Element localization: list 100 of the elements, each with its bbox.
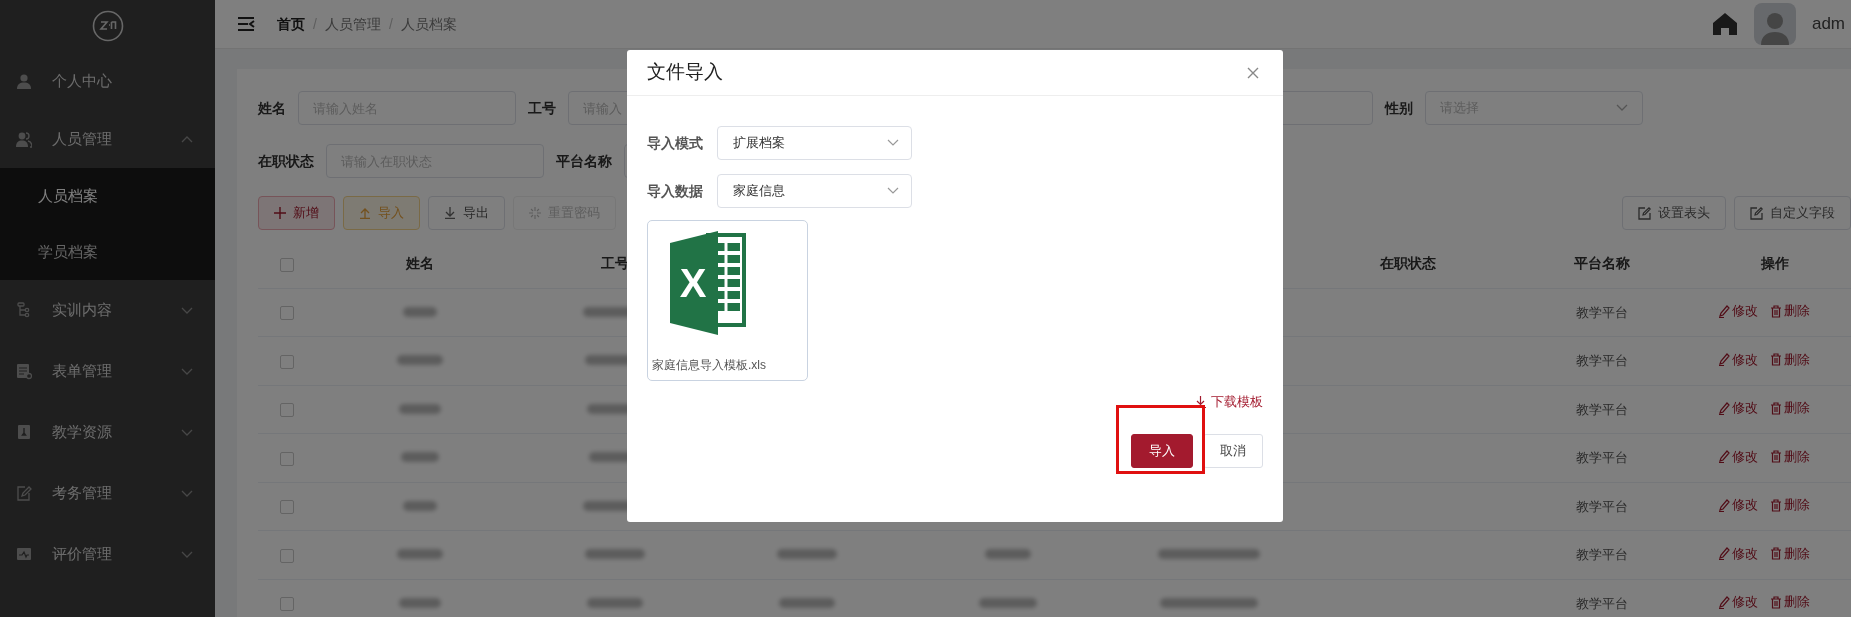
delete-link[interactable]: 删除 xyxy=(1770,495,1810,515)
import-button[interactable]: 导入 xyxy=(1131,433,1193,468)
pencil-icon xyxy=(1718,401,1730,415)
edit-link[interactable]: 修改 xyxy=(1718,446,1758,467)
toolbar-button[interactable]: 新增 xyxy=(258,196,335,230)
checkbox[interactable] xyxy=(280,354,294,369)
edit-link[interactable]: 修改 xyxy=(1718,301,1758,321)
filter-label: 姓名 xyxy=(258,98,286,118)
dialog-title: 文件导入 xyxy=(647,60,723,85)
edit-link[interactable]: 修改 xyxy=(1718,495,1758,515)
trash-icon xyxy=(1770,304,1782,318)
home-icon[interactable] xyxy=(1711,12,1738,36)
person-icon xyxy=(16,72,32,90)
sidebar-item[interactable]: 考务管理 xyxy=(0,463,215,524)
table-cell: 教学平台 xyxy=(1576,547,1628,562)
toolbar-button[interactable]: 导出 xyxy=(428,196,505,230)
column-header: 在职状态 xyxy=(1380,255,1436,272)
chevron-down-icon xyxy=(1616,104,1628,112)
book-icon xyxy=(16,424,32,441)
breadcrumb-item[interactable]: 人员档案 xyxy=(400,13,457,35)
breadcrumb-item[interactable]: 人员管理 xyxy=(324,13,381,35)
delete-link[interactable]: 删除 xyxy=(1770,301,1810,321)
sidebar-item[interactable]: 个人中心 xyxy=(0,52,215,110)
menu-icon[interactable] xyxy=(237,16,255,32)
trash-icon xyxy=(1770,498,1782,512)
edit-link[interactable]: 修改 xyxy=(1718,592,1758,612)
sidebar-subitem[interactable]: 学员档案 xyxy=(0,224,215,280)
download-icon xyxy=(1195,395,1206,408)
hierarchy-icon xyxy=(16,302,32,319)
field-label: 导入模式 xyxy=(647,133,703,153)
toolbar-button[interactable]: 自定义字段 xyxy=(1734,196,1851,230)
pencil-icon xyxy=(1718,595,1730,609)
checkbox[interactable] xyxy=(280,257,294,272)
sidebar-item[interactable]: 实训内容 xyxy=(0,280,215,341)
column-header: 操作 xyxy=(1760,255,1789,272)
delete-link[interactable]: 删除 xyxy=(1770,543,1810,564)
pencil-icon xyxy=(1718,304,1730,318)
file-name: 家庭信息导入模板.xls xyxy=(652,357,766,374)
pencil-icon xyxy=(1718,547,1730,561)
download-template-link[interactable]: 下载模板 xyxy=(1195,392,1263,412)
redacted-text xyxy=(776,549,837,559)
checkbox[interactable] xyxy=(280,451,294,466)
redacted-text xyxy=(585,549,645,559)
trash-icon xyxy=(1770,353,1782,367)
sidebar-item[interactable]: 教学资源 xyxy=(0,402,215,463)
download-icon xyxy=(444,207,456,219)
trash-icon xyxy=(1770,547,1782,561)
trash-icon xyxy=(1770,450,1782,464)
avatar[interactable] xyxy=(1753,3,1796,45)
redacted-text xyxy=(778,597,835,608)
redacted-text xyxy=(587,597,643,608)
edit-link[interactable]: 修改 xyxy=(1718,349,1758,370)
table-cell: 教学平台 xyxy=(1576,401,1628,417)
checkbox[interactable] xyxy=(280,548,294,563)
sidebar-subitem[interactable]: 人员档案 xyxy=(0,168,215,224)
checkbox[interactable] xyxy=(280,306,294,321)
delete-link[interactable]: 删除 xyxy=(1770,446,1810,467)
toolbar-button[interactable]: 设置表头 xyxy=(1622,196,1726,230)
cancel-button[interactable]: 取消 xyxy=(1203,433,1263,468)
user-name[interactable]: adm xyxy=(1811,11,1845,37)
edit-link[interactable]: 修改 xyxy=(1718,543,1758,564)
pencil-icon xyxy=(1718,353,1730,367)
sparkle-icon xyxy=(529,207,541,219)
delete-link[interactable]: 删除 xyxy=(1770,592,1810,612)
edit-icon xyxy=(1750,206,1763,220)
checkbox[interactable] xyxy=(280,597,294,612)
redacted-text xyxy=(399,597,441,608)
trash-icon xyxy=(1770,595,1782,609)
edit-link[interactable]: 修改 xyxy=(1718,398,1758,418)
checkbox[interactable] xyxy=(280,500,294,515)
table-cell: 教学平台 xyxy=(1576,498,1628,514)
breadcrumb-item[interactable]: 首页 xyxy=(277,13,305,35)
checkbox[interactable] xyxy=(280,403,294,418)
delete-link[interactable]: 删除 xyxy=(1770,349,1810,370)
field-label: 导入数据 xyxy=(647,181,703,201)
redacted-text xyxy=(403,500,437,511)
logo-icon xyxy=(91,10,124,42)
sidebar-item[interactable]: 人员管理 xyxy=(0,110,215,168)
redacted-text xyxy=(978,597,1037,608)
breadcrumb-separator: / xyxy=(388,14,393,34)
select-field[interactable]: 扩展档案 xyxy=(717,126,912,160)
redacted-text xyxy=(401,452,439,462)
plus-icon xyxy=(274,207,286,219)
redacted-text xyxy=(397,355,443,365)
table-cell: 教学平台 xyxy=(1576,450,1628,465)
column-header: 工号 xyxy=(601,255,629,272)
delete-link[interactable]: 删除 xyxy=(1770,398,1810,418)
sidebar-item[interactable]: 表单管理 xyxy=(0,341,215,402)
filter-label: 性别 xyxy=(1385,98,1413,118)
document-icon xyxy=(16,363,32,380)
file-card[interactable]: X 家庭信息导入模板.xls xyxy=(647,220,808,381)
column-header: 姓名 xyxy=(406,255,434,272)
sidebar-item[interactable]: 评价管理 xyxy=(0,524,215,585)
pencil-square-icon xyxy=(16,485,32,502)
trash-icon xyxy=(1770,401,1782,415)
picture-icon xyxy=(16,546,32,563)
table-cell: 教学平台 xyxy=(1576,595,1628,611)
column-header: 平台名称 xyxy=(1574,255,1630,272)
people-icon xyxy=(16,130,32,148)
select-field[interactable]: 家庭信息 xyxy=(717,174,912,208)
